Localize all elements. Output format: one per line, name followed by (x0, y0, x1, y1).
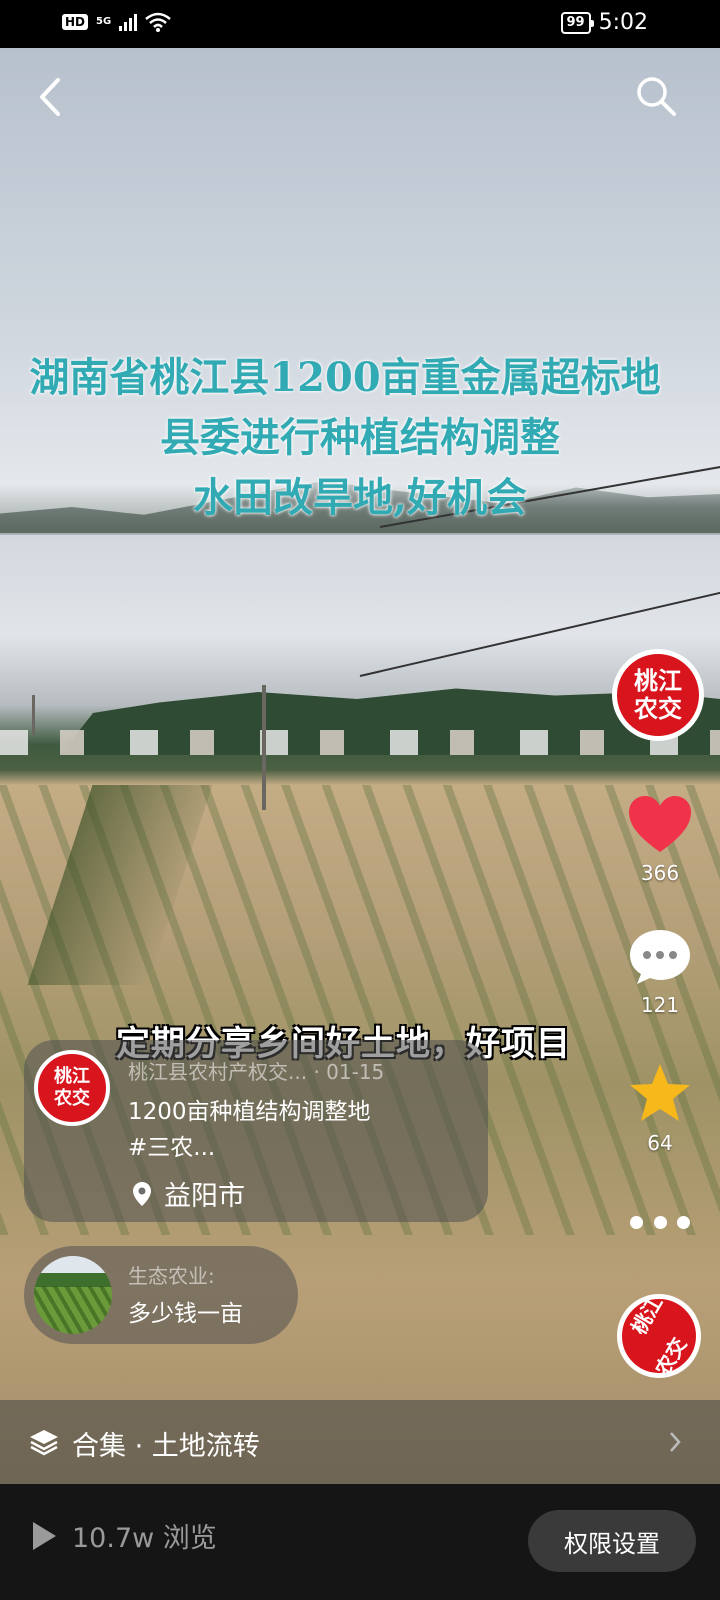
related-video-thumbnail (34, 1256, 112, 1334)
star-icon (630, 1064, 690, 1121)
favorite-button[interactable]: 64 (620, 1062, 700, 1155)
bottom-bar: 10.7w 浏览 权限设置 (0, 1484, 720, 1600)
signal-icon (119, 13, 138, 31)
play-icon (33, 1522, 56, 1550)
author-avatar[interactable]: 桃江 农交 (612, 649, 704, 741)
hd-badge: HD (62, 14, 89, 30)
music-disc-avatar[interactable]: 桃江 农交 (617, 1292, 701, 1380)
battery-icon: 99 (560, 11, 594, 34)
video-title-overlay: 湖南省桃江县1200亩重金属超标地 县委进行种植结构调整 水田改旱地,好机会 (0, 348, 720, 528)
post-desc-hashtag[interactable]: #三农... (128, 1128, 215, 1162)
clock: 5:02 (598, 10, 648, 35)
view-count: 10.7w 浏览 (72, 1523, 217, 1554)
post-author: 桃江县农村产权交... (128, 1060, 308, 1084)
like-count: 366 (640, 861, 680, 885)
video-title-line-1: 湖南省桃江县1200亩重金属超标地 (29, 354, 661, 401)
location-tag[interactable]: 益阳市 (132, 1174, 245, 1213)
heart-icon (629, 796, 691, 852)
status-bar: HD 5G 99 5:02 (0, 0, 720, 48)
avatar-text-line-1: 桃江 (634, 666, 682, 695)
video-title-line-3: 水田改旱地,好机会 (193, 474, 527, 521)
comment-button[interactable]: 121 (620, 926, 700, 1017)
collection-label: 合集 · 土地流转 (72, 1431, 260, 1462)
permission-settings-button[interactable]: 权限设置 (528, 1510, 696, 1572)
video-title-line-2: 县委进行种植结构调整 (160, 414, 560, 461)
status-right: 99 5:02 (560, 10, 648, 35)
collection-bar[interactable]: 合集 · 土地流转 (0, 1400, 720, 1484)
more-icon[interactable] (630, 1216, 690, 1236)
location-text: 益阳市 (164, 1181, 245, 1212)
related-video-card[interactable]: 生态农业: 多少钱一亩 (24, 1246, 298, 1344)
avatar-text-line-2: 农交 (634, 694, 682, 723)
like-button[interactable]: 366 (620, 794, 700, 885)
network-5g-label: 5G (96, 16, 112, 27)
search-icon[interactable] (634, 74, 678, 118)
wifi-icon (145, 12, 171, 32)
post-desc-line-1: 1200亩种植结构调整地 (128, 1099, 371, 1125)
related-category: 生态农业: (128, 1264, 215, 1288)
avatar-text-line-1: 桃江 (54, 1066, 90, 1087)
comment-count: 121 (640, 993, 680, 1017)
chevron-right-icon (670, 1432, 681, 1452)
back-icon[interactable] (30, 72, 70, 122)
related-title: 多少钱一亩 (128, 1301, 243, 1327)
post-date: · 01-15 (313, 1060, 385, 1084)
layers-icon (30, 1430, 58, 1456)
comment-icon (630, 930, 690, 984)
card-author-avatar[interactable]: 桃江 农交 (34, 1050, 110, 1126)
location-pin-icon (133, 1181, 151, 1206)
post-author-line[interactable]: 桃江县农村产权交... · 01-15 (128, 1056, 384, 1085)
village-houses (0, 730, 720, 755)
status-left: HD 5G (62, 12, 171, 32)
utility-pole (32, 695, 35, 735)
utility-pole (262, 685, 266, 810)
avatar-text-line-2: 农交 (54, 1088, 90, 1109)
favorite-count: 64 (647, 1131, 673, 1155)
